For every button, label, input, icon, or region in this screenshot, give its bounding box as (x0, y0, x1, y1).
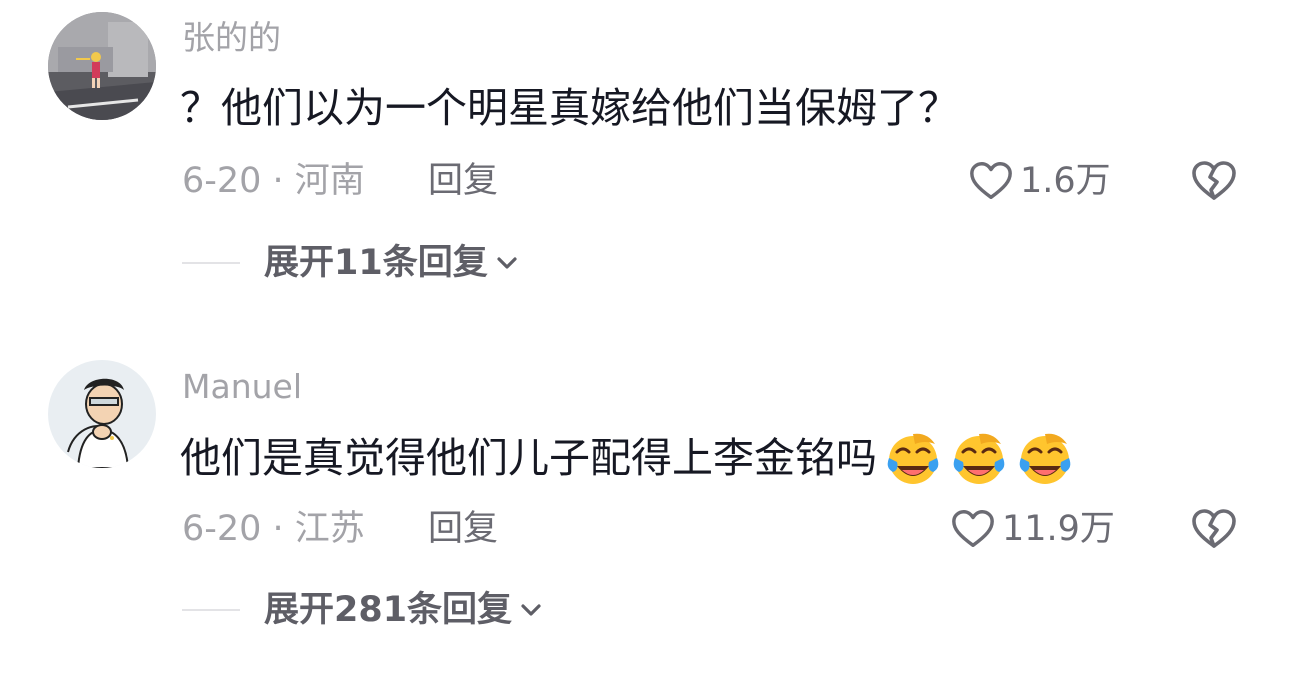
username[interactable]: Manuel (182, 367, 302, 407)
reply-button[interactable]: 回复 (428, 159, 498, 203)
broken-heart-icon (1192, 509, 1236, 548)
broken-heart-icon (1192, 161, 1236, 200)
comment-date-location: 6-20 · 江苏 (182, 509, 365, 549)
comment-date-location: 6-20 · 河南 (182, 161, 365, 201)
laughing-crying-emoji (1019, 433, 1071, 484)
heart-outline-icon (952, 510, 994, 548)
divider-line (182, 262, 240, 264)
dislike-button[interactable] (1190, 505, 1238, 553)
heart-outline-icon (970, 162, 1012, 200)
username[interactable]: 张的的 (182, 18, 281, 58)
expand-replies-label: 展开281条回复 (264, 590, 513, 630)
chevron-down-icon (521, 604, 541, 616)
avatar[interactable] (48, 360, 156, 468)
comment-text-content: ？他们以为一个明星真嫁给他们当保姆了？ (180, 84, 959, 132)
laughing-crying-emoji (887, 433, 939, 484)
dislike-button[interactable] (1190, 157, 1238, 205)
avatar[interactable] (48, 12, 156, 120)
comment-text: 他们是真觉得他们儿子配得上李金铭吗 (180, 428, 1075, 488)
like-button[interactable]: 1.6万 (968, 158, 1111, 204)
comment-text: ？他们以为一个明星真嫁给他们当保姆了？ (180, 82, 959, 134)
laughing-crying-emoji (953, 433, 1005, 484)
comment-text-content: 他们是真觉得他们儿子配得上李金铭吗 (180, 434, 877, 482)
like-count: 11.9万 (1002, 509, 1115, 549)
expand-replies-button[interactable]: 展开281条回复 (182, 588, 544, 632)
expand-replies-label: 展开11条回复 (264, 243, 488, 283)
chevron-down-icon (497, 257, 517, 269)
reply-button[interactable]: 回复 (428, 507, 498, 551)
like-count: 1.6万 (1020, 161, 1111, 201)
divider-line (182, 609, 240, 611)
like-button[interactable]: 11.9万 (950, 506, 1115, 552)
expand-replies-button[interactable]: 展开11条回复 (182, 241, 520, 285)
